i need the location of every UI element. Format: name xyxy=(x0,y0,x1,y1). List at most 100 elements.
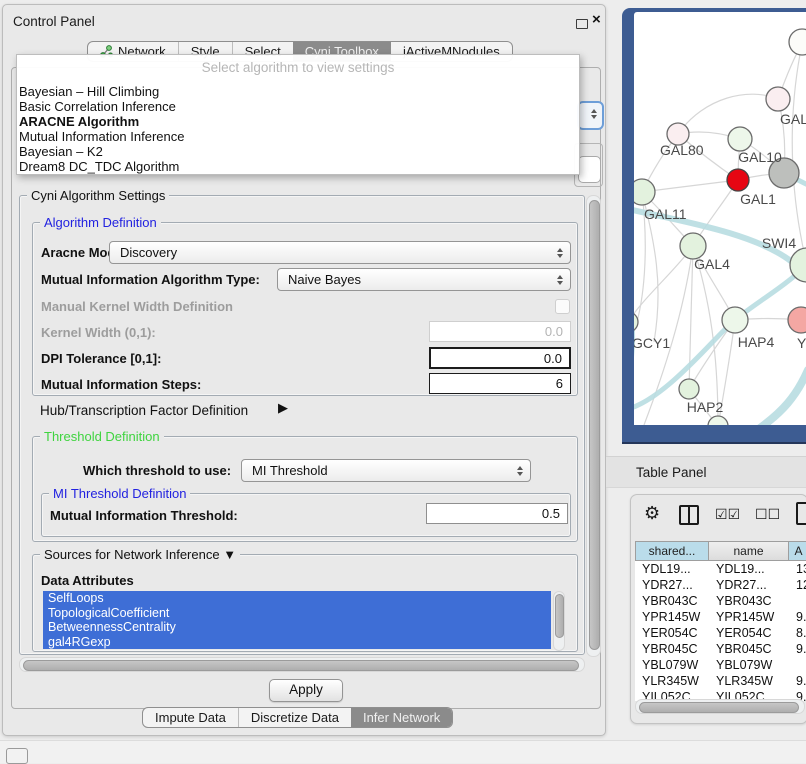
which-threshold-combo[interactable]: MI Threshold xyxy=(241,459,531,482)
table-row[interactable]: YDR27...YDR27...12 xyxy=(635,577,806,593)
attributes-scrollbar-thumb[interactable] xyxy=(555,594,564,638)
algorithm-dropdown: Select algorithm to view settings Bayesi… xyxy=(16,54,580,175)
network-canvas[interactable]: GAL GAL80 GAL10 GAL1 GAL11 SWI4 GAL4 HAP… xyxy=(634,12,806,425)
inference-algorithm-combo-focus-ring[interactable] xyxy=(577,101,604,130)
svg-text:SWI4: SWI4 xyxy=(762,235,796,251)
column-header-shared-name[interactable]: shared... xyxy=(635,541,709,561)
svg-text:GAL: GAL xyxy=(780,111,806,127)
sources-title: Sources for Network Inference ▼ xyxy=(40,547,240,562)
network-node-labels: GAL GAL80 GAL10 GAL1 GAL11 SWI4 GAL4 HAP… xyxy=(634,111,806,415)
table-row[interactable]: YLR345WYLR345W9. xyxy=(635,673,806,689)
svg-text:HAP4: HAP4 xyxy=(738,334,775,350)
sources-group: Sources for Network Inference ▼ Data Att… xyxy=(32,554,578,652)
column-header-name[interactable]: name xyxy=(709,541,789,561)
manual-kernel-checkbox[interactable] xyxy=(555,299,570,314)
table-body: YDL19...YDL19...13 YDR27...YDR27...12 YB… xyxy=(635,561,806,701)
application-root: Control Panel × Network Style Select Cyn… xyxy=(0,0,806,762)
network-node-hap4[interactable] xyxy=(722,307,748,333)
column-header-partial[interactable]: A xyxy=(789,541,806,561)
list-item[interactable]: TopologicalCoefficient xyxy=(43,606,551,621)
dropdown-item[interactable]: Basic Correlation Inference xyxy=(19,99,176,114)
network-node-gal11[interactable] xyxy=(634,179,655,205)
network-node[interactable] xyxy=(789,29,806,55)
file-icon[interactable] xyxy=(796,502,806,525)
data-attributes-label: Data Attributes xyxy=(41,573,134,588)
combo-arrows-icon xyxy=(591,109,597,113)
dropdown-placeholder: Select algorithm to view settings xyxy=(17,60,579,75)
table-panel-title: Table Panel xyxy=(636,465,707,480)
settings-vertical-scrollbar xyxy=(586,195,601,657)
network-node-hap2[interactable] xyxy=(679,379,699,399)
tab-discretize-data[interactable]: Discretize Data xyxy=(238,708,351,727)
mi-threshold-label: Mutual Information Threshold: xyxy=(50,508,238,523)
settings-group-title: Cyni Algorithm Settings xyxy=(27,188,169,203)
gear-icon[interactable]: ⚙ xyxy=(644,503,660,524)
table-row[interactable]: YBR043CYBR043C xyxy=(635,593,806,609)
table-row[interactable]: YER054CYER054C8. xyxy=(635,625,806,641)
threshold-definition-group: Threshold Definition Which threshold to … xyxy=(32,436,578,542)
select-all-checkbox-icon[interactable]: ☑☑ xyxy=(715,506,740,523)
mi-threshold-definition-group: MI Threshold Definition Mutual Informati… xyxy=(41,493,571,537)
tab-impute-data[interactable]: Impute Data xyxy=(143,708,238,727)
mi-steps-field[interactable]: 6 xyxy=(429,373,571,394)
dpi-tolerance-field[interactable]: 0.0 xyxy=(429,347,571,369)
svg-text:HAP2: HAP2 xyxy=(687,399,724,415)
mi-steps-label: Mutual Information Steps: xyxy=(41,377,201,392)
combo-arrows-icon xyxy=(557,275,563,285)
settings-horizontal-scrollbar-thumb[interactable] xyxy=(23,660,579,671)
hidden-combo-edge xyxy=(578,156,601,183)
expand-arrow-icon[interactable]: ▶ xyxy=(278,400,288,416)
apply-button[interactable]: Apply xyxy=(269,679,343,702)
cyni-algorithm-settings-group: Cyni Algorithm Settings Algorithm Defini… xyxy=(19,195,585,655)
mi-algorithm-type-combo[interactable]: Naive Bayes xyxy=(277,268,571,291)
list-item[interactable]: SelfLoops xyxy=(43,591,551,606)
table-window: ⚙ ☑☑ ☐☐ shared... name A YDL19...YDL19..… xyxy=(630,494,806,724)
network-node-gcy1[interactable] xyxy=(634,312,638,332)
collapse-arrow-icon[interactable]: ▼ xyxy=(223,547,236,562)
float-window-icon[interactable] xyxy=(576,19,588,29)
mi-threshold-definition-title: MI Threshold Definition xyxy=(49,486,190,501)
dropdown-item-selected[interactable]: ARACNE Algorithm xyxy=(19,114,139,129)
network-node-gal10[interactable] xyxy=(728,127,752,151)
threshold-definition-title: Threshold Definition xyxy=(40,429,164,444)
table-row[interactable]: YBR045CYBR045C9. xyxy=(635,641,806,657)
combo-arrows-icon xyxy=(557,248,563,258)
which-threshold-label: Which threshold to use: xyxy=(83,463,231,478)
list-item[interactable]: gal4RGexp xyxy=(43,635,551,650)
kernel-width-field[interactable]: 0.0 xyxy=(429,321,571,342)
table-horizontal-scrollbar xyxy=(635,699,805,714)
settings-horizontal-scrollbar xyxy=(19,657,585,672)
deselect-all-checkbox-icon[interactable]: ☐☐ xyxy=(755,506,780,523)
settings-vertical-scrollbar-thumb[interactable] xyxy=(589,200,600,650)
tab-infer-network[interactable]: Infer Network xyxy=(351,708,452,727)
table-row[interactable]: YPR145WYPR145W9. xyxy=(635,609,806,625)
network-node-salmon[interactable] xyxy=(788,307,806,333)
table-row[interactable]: YBL079WYBL079W xyxy=(635,657,806,673)
svg-text:GAL80: GAL80 xyxy=(660,142,704,158)
aracne-mode-combo[interactable]: Discovery xyxy=(109,241,571,264)
bottom-tabbar: Impute Data Discretize Data Infer Networ… xyxy=(142,707,453,728)
close-icon[interactable]: × xyxy=(592,11,601,28)
status-strip xyxy=(0,740,806,763)
mi-type-label: Mutual Information Algorithm Type: xyxy=(41,272,260,287)
attributes-scrollbar xyxy=(553,591,565,651)
svg-text:GAL4: GAL4 xyxy=(694,256,730,272)
columns-icon[interactable] xyxy=(679,505,699,525)
list-item[interactable]: BetweennessCentrality xyxy=(43,620,551,635)
mi-threshold-field[interactable]: 0.5 xyxy=(426,503,568,524)
dropdown-item[interactable]: Mutual Information Inference xyxy=(19,129,184,144)
dropdown-item[interactable]: Bayesian – K2 xyxy=(19,144,103,159)
svg-text:GAL1: GAL1 xyxy=(740,191,776,207)
network-node-gal2[interactable] xyxy=(766,87,790,111)
network-node-gal1[interactable] xyxy=(727,169,749,191)
table-horizontal-scrollbar-thumb[interactable] xyxy=(639,702,799,713)
data-attributes-list: SelfLoops TopologicalCoefficient Between… xyxy=(43,591,551,649)
table-row[interactable]: YDL19...YDL19...13 xyxy=(635,561,806,577)
dropdown-item[interactable]: Dream8 DC_TDC Algorithm xyxy=(19,159,179,174)
svg-text:GAL10: GAL10 xyxy=(738,149,782,165)
kernel-width-label: Kernel Width (0,1): xyxy=(41,325,156,340)
dpi-tolerance-label: DPI Tolerance [0,1]: xyxy=(41,351,161,366)
combo-arrows-icon xyxy=(517,466,523,476)
manual-kernel-label: Manual Kernel Width Definition xyxy=(41,299,233,314)
dropdown-item[interactable]: Bayesian – Hill Climbing xyxy=(19,84,159,99)
